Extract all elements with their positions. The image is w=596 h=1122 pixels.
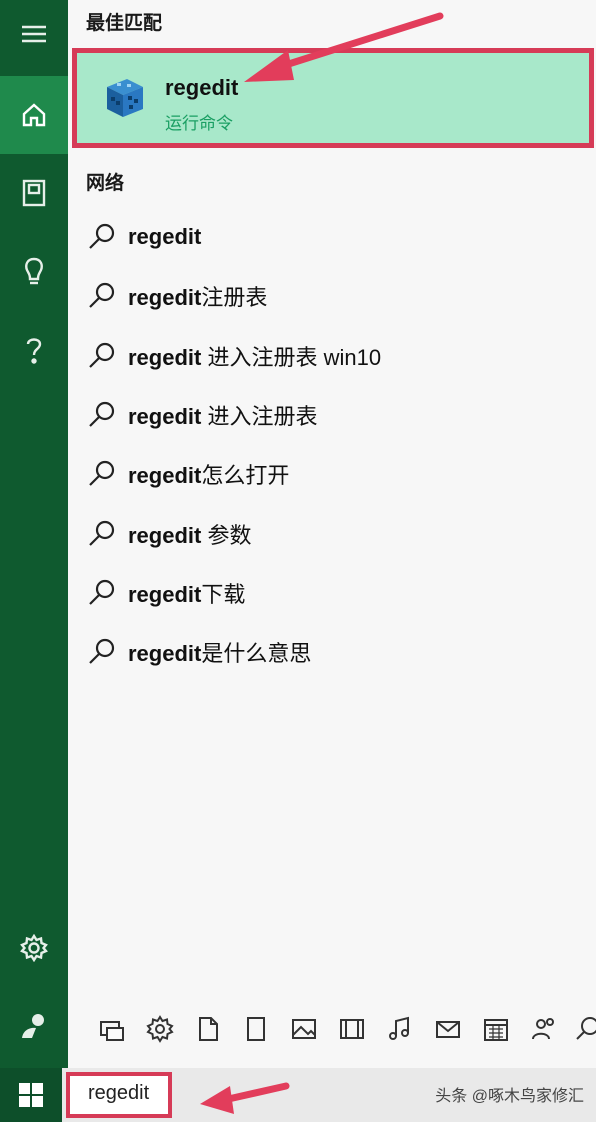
web-search-icon[interactable] [574, 1015, 596, 1043]
web-result-text: regedit 参数 [128, 522, 252, 548]
video-icon[interactable] [338, 1015, 366, 1043]
search-icon [89, 342, 115, 368]
feedback-icon[interactable] [0, 1006, 68, 1046]
search-icon [89, 520, 115, 546]
web-result-item[interactable]: regedit下载 [86, 573, 245, 613]
search-icon [89, 579, 115, 605]
search-icon [89, 283, 115, 309]
web-result-item[interactable]: regedit是什么意思 [86, 632, 311, 672]
search-results-panel: 最佳匹配 regedit 运行命令 网络 regedit regedit注册表 re… [68, 0, 596, 1068]
taskbar: regedit 头条 @啄木鸟家修汇 [0, 1068, 596, 1122]
calendar-icon[interactable] [482, 1015, 510, 1043]
search-input[interactable]: regedit [66, 1072, 172, 1118]
web-result-text: regedit是什么意思 [128, 641, 312, 667]
apps-icon[interactable] [98, 1015, 126, 1043]
lightbulb-icon[interactable] [0, 252, 68, 292]
people-icon[interactable] [530, 1015, 558, 1043]
home-icon[interactable] [0, 95, 68, 135]
best-match-subtitle: 运行命令 [165, 114, 233, 133]
mail-icon[interactable] [434, 1015, 462, 1043]
best-match-heading: 最佳匹配 [86, 13, 163, 34]
web-result-item[interactable]: regedit [86, 217, 201, 257]
web-result-text: regedit下载 [128, 581, 246, 607]
start-button[interactable] [0, 1068, 62, 1122]
settings-icon[interactable] [0, 928, 68, 968]
annotation-arrow-bottom [200, 1082, 290, 1114]
web-result-item[interactable]: regedit 进入注册表 [86, 395, 317, 435]
web-result-item[interactable]: regedit怎么打开 [86, 454, 289, 494]
regedit-app-icon [99, 73, 147, 126]
windows-logo-icon [19, 1083, 43, 1107]
web-heading: 网络 [86, 173, 125, 194]
search-icon [89, 638, 115, 664]
web-result-text: regedit注册表 [128, 285, 268, 311]
search-filter-bar [68, 1000, 596, 1060]
best-match-title: regedit [165, 75, 239, 100]
photo-icon[interactable] [290, 1015, 318, 1043]
web-result-text: regedit 进入注册表 [128, 403, 318, 429]
web-result-text: regedit怎么打开 [128, 463, 290, 489]
sidebar [0, 0, 68, 1068]
web-result-item[interactable]: regedit 参数 [86, 514, 251, 554]
web-result-text: regedit 进入注册表 win10 [128, 344, 382, 370]
web-result-item[interactable]: regedit注册表 [86, 276, 267, 316]
search-icon [89, 461, 115, 486]
music-icon[interactable] [386, 1015, 414, 1043]
settings-filter-icon[interactable] [146, 1015, 174, 1043]
notebook-icon[interactable] [0, 173, 68, 213]
web-result-item[interactable]: regedit 进入注册表 win10 [86, 336, 381, 376]
search-icon [89, 401, 115, 427]
help-icon[interactable] [0, 330, 68, 370]
hamburger-icon[interactable] [0, 14, 68, 54]
search-icon [89, 223, 115, 249]
annotation-arrow-top [244, 12, 444, 82]
folder-icon[interactable] [242, 1015, 270, 1043]
watermark: 头条 @啄木鸟家修汇 [435, 1088, 584, 1105]
web-result-text: regedit [128, 224, 202, 249]
document-icon[interactable] [194, 1015, 222, 1043]
